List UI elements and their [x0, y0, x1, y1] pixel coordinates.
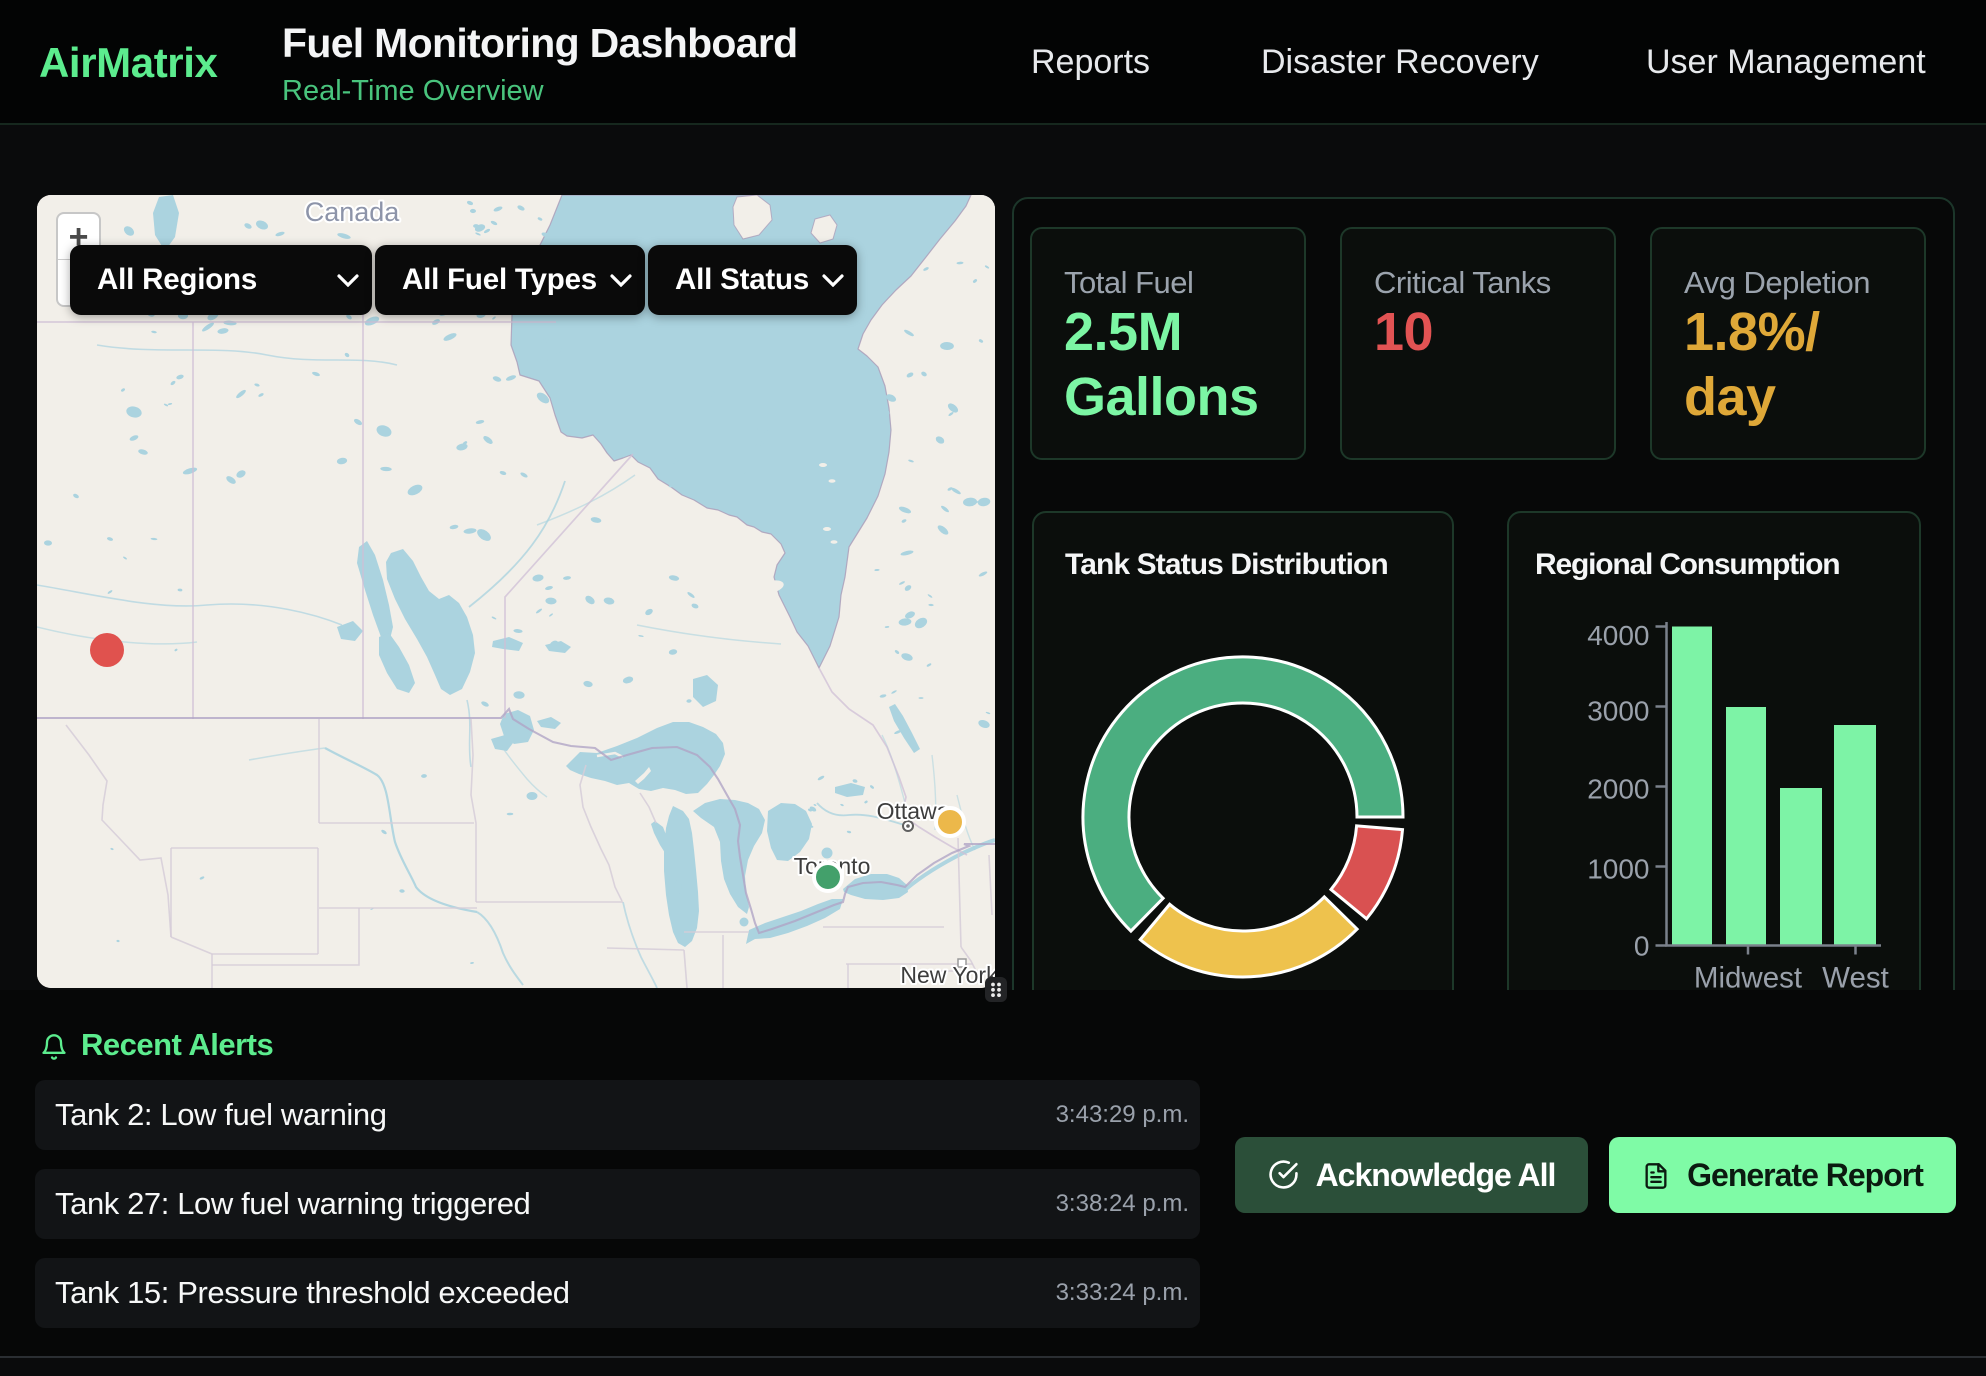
svg-text:0: 0: [1634, 931, 1650, 962]
svg-text:2000: 2000: [1587, 774, 1649, 805]
svg-text:New York: New York: [900, 962, 995, 988]
svg-text:4000: 4000: [1587, 620, 1649, 651]
svg-text:3000: 3000: [1587, 696, 1649, 727]
svg-text:Canada: Canada: [305, 197, 401, 227]
svg-text:1000: 1000: [1587, 854, 1649, 885]
